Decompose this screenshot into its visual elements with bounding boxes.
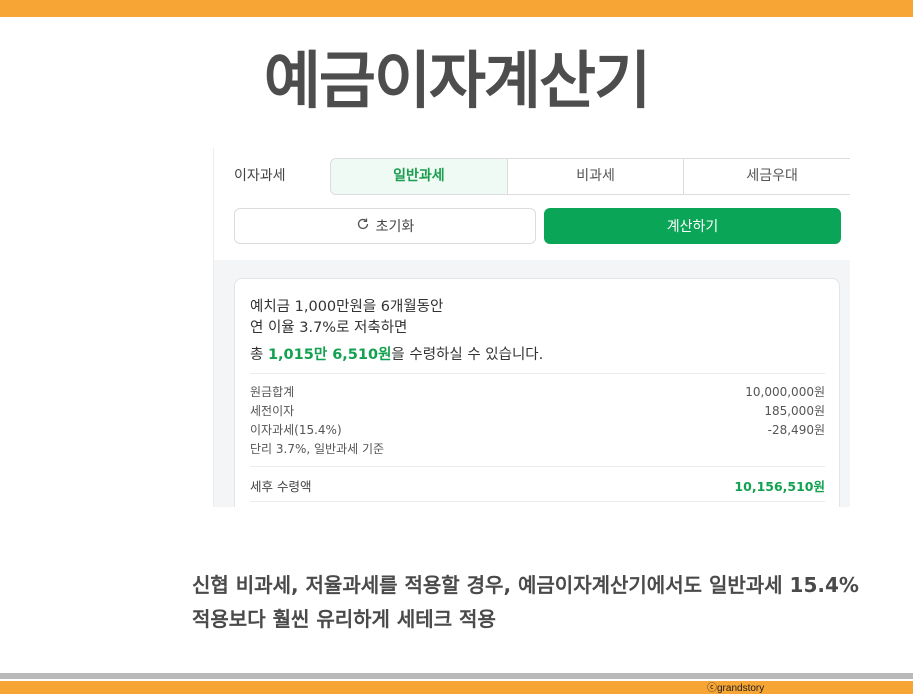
tab-tax-preferred[interactable]: 세금우대 <box>683 159 850 194</box>
divider <box>250 501 825 502</box>
result-row-basis: 단리 3.7%, 일반과세 기준 <box>250 440 825 458</box>
tax-type-tabs: 일반과세 비과세 세금우대 <box>330 158 850 195</box>
row-label: 단리 3.7%, 일반과세 기준 <box>250 442 385 456</box>
row-label: 원금합계 <box>250 385 295 399</box>
refresh-icon <box>356 217 370 235</box>
reset-button[interactable]: 초기화 <box>234 208 536 244</box>
row-value: -28,490원 <box>767 423 825 437</box>
tax-type-row: 이자과세 일반과세 비과세 세금우대 <box>234 158 850 195</box>
row-label: 이자과세(15.4%) <box>250 423 342 437</box>
summary-prefix: 총 <box>250 347 268 363</box>
tab-tax-free[interactable]: 비과세 <box>506 159 684 194</box>
calculate-button[interactable]: 계산하기 <box>544 208 841 244</box>
result-card: 예치금 1,000만원을 6개월동안 연 이율 3.7%로 저축하면 총 1,0… <box>234 278 840 507</box>
bottom-accent-bar <box>0 681 913 694</box>
summary-suffix: 을 수령하실 수 있습니다. <box>391 347 544 363</box>
summary-line-1: 예치금 1,000만원을 6개월동안 <box>250 299 444 315</box>
reset-label: 초기화 <box>375 219 415 235</box>
copyright-text: ⓒgrandstory <box>707 683 765 694</box>
total-amount-highlight: 1,015만 6,510원 <box>267 347 392 363</box>
deposit-calculator: 이자과세 일반과세 비과세 세금우대 초기화 계산하기 예치금 1,000만원을… <box>213 148 850 507</box>
result-row-pretax-interest: 세전이자 185,000원 <box>250 402 825 420</box>
row-value: 10,000,000원 <box>745 385 825 399</box>
result-row-interest-tax: 이자과세(15.4%) -28,490원 <box>250 421 825 439</box>
result-row-principal: 원금합계 10,000,000원 <box>250 383 825 401</box>
page-title: 예금이자계산기 <box>263 44 651 117</box>
summary-line-2: 연 이율 3.7%로 저축하면 <box>250 320 408 336</box>
summary-line-3: 총 1,015만 6,510원을 수령하실 수 있습니다. <box>250 343 543 364</box>
result-area: 예치금 1,000만원을 6개월동안 연 이율 3.7%로 저축하면 총 1,0… <box>214 260 850 507</box>
divider <box>250 373 825 374</box>
divider <box>250 466 825 467</box>
tax-type-label: 이자과세 <box>234 168 286 184</box>
total-label: 세후 수령액 <box>250 479 312 494</box>
row-value: 185,000원 <box>764 404 825 418</box>
tab-general-tax[interactable]: 일반과세 <box>331 159 507 194</box>
caption-text: 신협 비과세, 저율과세를 적용할 경우, 예금이자계산기에서도 일반과세 15… <box>192 573 859 631</box>
total-value: 10,156,510원 <box>734 479 825 494</box>
action-buttons: 초기화 계산하기 <box>234 208 841 244</box>
top-accent-bar <box>0 0 913 17</box>
row-label: 세전이자 <box>250 404 295 418</box>
bottom-gray-bar <box>0 673 913 679</box>
